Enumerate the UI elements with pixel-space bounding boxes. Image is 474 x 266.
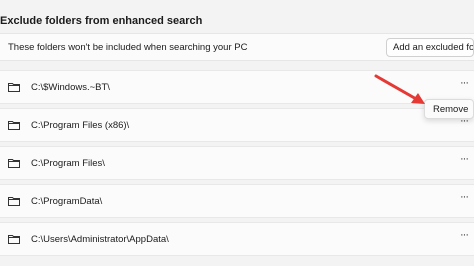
folder-path: C:\Program Files (x86)\ (31, 120, 130, 131)
folder-icon (8, 83, 20, 92)
annotation-arrow-icon (374, 74, 425, 104)
more-options-icon[interactable]: ··· (456, 191, 472, 207)
folder-row: C:\Program Files (x86)\ ··· (0, 108, 474, 142)
folder-icon (8, 159, 20, 168)
folder-icon (8, 197, 20, 206)
remove-menu-item[interactable]: Remove (433, 104, 468, 115)
folder-path: C:\Users\Administrator\AppData\ (31, 234, 169, 245)
folder-row: C:\Program Files\ ··· (0, 146, 474, 180)
folder-row: C:\Users\Administrator\AppData\ ··· (0, 222, 474, 256)
more-options-icon[interactable]: ··· (456, 153, 472, 169)
folder-icon (8, 121, 20, 130)
more-options-icon[interactable]: ··· (456, 229, 472, 245)
folder-path: C:\ProgramData\ (31, 196, 103, 207)
folder-path: C:\Program Files\ (31, 158, 105, 169)
folder-icon (8, 235, 20, 244)
folder-row: C:\ProgramData\ ··· (0, 184, 474, 218)
exclusions-info-card: These folders won't be included when sea… (0, 33, 474, 61)
folder-path: C:\$Windows.~BT\ (31, 82, 110, 93)
exclusions-info-text: These folders won't be included when sea… (8, 42, 248, 53)
add-excluded-folder-button[interactable]: Add an excluded folder (386, 38, 474, 57)
more-options-icon[interactable]: ··· (456, 77, 472, 93)
context-menu: Remove (424, 99, 474, 119)
section-title: Exclude folders from enhanced search (0, 15, 203, 27)
